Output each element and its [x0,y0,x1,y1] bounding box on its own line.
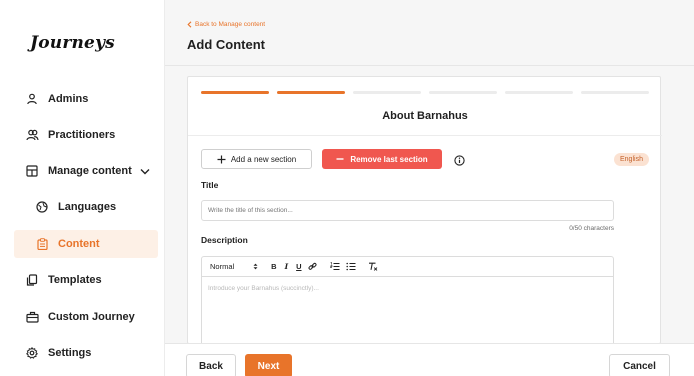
back-link-label: Back to Manage content [195,21,266,28]
sidebar-item-templates[interactable]: Templates [14,266,158,294]
add-content-card: About Barnahus Add a new section Remove … [187,76,662,345]
sidebar-item-label: Admins [48,93,89,105]
divider [188,135,662,136]
format-select[interactable]: Normal [210,262,258,271]
divider [165,65,694,66]
progress-step-1 [201,91,269,94]
page-title: Add Content [187,37,265,52]
sidebar: Journeys Admins Practitioners Manage con… [0,0,165,376]
format-select-value: Normal [210,262,235,271]
title-label: Title [201,180,219,190]
back-button[interactable]: Back [186,354,236,376]
sidebar-item-label: Languages [58,201,117,213]
description-placeholder: Introduce your Barnahus (succinctly)... [208,285,319,292]
sidebar-item-label: Practitioners [48,129,116,141]
italic-icon[interactable]: I [285,262,289,271]
ordered-list-icon[interactable] [329,262,340,271]
sidebar-item-manage-content[interactable]: Manage content [14,157,158,185]
title-input[interactable] [201,200,614,221]
sidebar-item-label: Manage content [48,165,132,177]
bullet-list-icon[interactable] [345,262,356,271]
copy-icon [25,273,39,287]
clipboard-icon [35,237,49,251]
briefcase-icon [25,310,39,324]
character-counter: 0/50 characters [569,225,614,232]
cancel-button[interactable]: Cancel [609,354,670,376]
sidebar-item-label: Templates [48,274,102,286]
globe-icon [35,200,49,214]
sidebar-item-settings[interactable]: Settings [14,339,158,367]
progress-step-5 [505,91,573,94]
next-button[interactable]: Next [245,354,292,376]
gear-icon [25,346,39,360]
progress-step-6 [581,91,649,94]
info-icon[interactable] [454,153,465,171]
sidebar-item-label: Custom Journey [48,311,135,323]
select-arrows-icon [253,263,258,270]
sidebar-item-content[interactable]: Content [14,230,158,258]
layout-icon [25,164,39,178]
sidebar-item-admins[interactable]: Admins [14,85,158,113]
sidebar-item-practitioners[interactable]: Practitioners [14,121,158,149]
app-logo[interactable]: Journeys [30,33,115,53]
back-to-manage-content-link[interactable]: Back to Manage content [187,21,265,28]
minus-icon [336,158,344,160]
language-badge: English [614,153,649,166]
add-section-label: Add a new section [230,154,297,164]
progress-step-3 [353,91,421,94]
users-icon [25,128,39,142]
underline-icon[interactable]: U [296,262,301,271]
clear-format-icon[interactable] [368,262,378,271]
chevron-down-icon[interactable] [140,168,150,175]
footer-bar: Back Next Cancel [165,343,694,376]
user-icon [25,92,39,106]
main-content: Back to Manage content Add Content About… [165,0,694,376]
section-title: About Barnahus [382,110,468,122]
remove-section-button[interactable]: Remove last section [322,149,442,169]
sidebar-item-label: Content [58,238,100,250]
rich-text-toolbar: Normal B I U [201,256,614,277]
sidebar-item-custom-journey[interactable]: Custom Journey [14,303,158,331]
sidebar-item-label: Settings [48,347,92,359]
plus-icon [217,155,226,163]
add-section-button[interactable]: Add a new section [201,149,312,169]
description-label: Description [201,235,248,245]
chevron-left-icon [187,21,192,28]
remove-section-label: Remove last section [350,154,428,164]
app-root: Journeys Admins Practitioners Manage con… [0,0,694,376]
link-icon[interactable] [308,262,317,271]
progress-step-2 [277,91,345,94]
description-editor[interactable]: Introduce your Barnahus (succinctly)... [201,277,614,345]
progress-step-4 [429,91,497,94]
sidebar-item-languages[interactable]: Languages [14,193,158,221]
bold-icon[interactable]: B [271,262,276,271]
